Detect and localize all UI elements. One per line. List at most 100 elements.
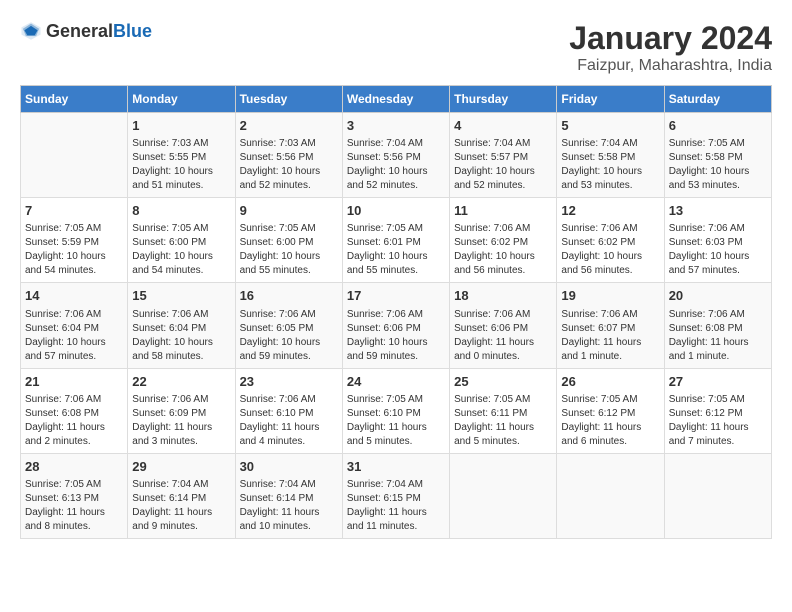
logo-general-text: General [46, 21, 113, 42]
calendar-cell: 13Sunrise: 7:06 AM Sunset: 6:03 PM Dayli… [664, 198, 771, 283]
day-info: Sunrise: 7:06 AM Sunset: 6:02 PM Dayligh… [454, 222, 552, 278]
day-info: Sunrise: 7:05 AM Sunset: 5:58 PM Dayligh… [669, 137, 767, 193]
day-number: 12 [561, 202, 659, 220]
day-info: Sunrise: 7:06 AM Sunset: 6:08 PM Dayligh… [25, 393, 123, 449]
calendar-week-row: 28 Sunrise: 7:05 AM Sunset: 6:13 PM Dayli… [21, 453, 772, 538]
day-number: 7 [25, 202, 123, 220]
calendar-cell: 23Sunrise: 7:06 AM Sunset: 6:10 PM Dayli… [235, 368, 342, 453]
day-number: 26 [561, 373, 659, 391]
day-info: Sunrise: 7:05 AM Sunset: 5:59 PM Dayligh… [25, 222, 123, 278]
day-info: Sunrise: 7:04 AM Sunset: 6:14 PM Dayligh… [240, 478, 338, 534]
day-info: Sunrise: 7:05 AM Sunset: 6:00 PM Dayligh… [132, 222, 230, 278]
day-number: 4 [454, 117, 552, 135]
day-info: Sunrise: 7:06 AM Sunset: 6:10 PM Dayligh… [240, 393, 338, 449]
calendar-cell: 5Sunrise: 7:04 AM Sunset: 5:58 PM Daylig… [557, 113, 664, 198]
calendar-cell: 26Sunrise: 7:05 AM Sunset: 6:12 PM Dayli… [557, 368, 664, 453]
calendar-week-row: 1 Sunrise: 7:03 AM Sunset: 5:55 PM Daylig… [21, 113, 772, 198]
column-header-wednesday: Wednesday [342, 86, 449, 113]
day-info: Sunrise: 7:04 AM Sunset: 5:57 PM Dayligh… [454, 137, 552, 193]
day-info: Sunrise: 7:06 AM Sunset: 6:05 PM Dayligh… [240, 308, 338, 364]
calendar-cell: 2 Sunrise: 7:03 AM Sunset: 5:56 PM Daylig… [235, 113, 342, 198]
title-area: January 2024 Faizpur, Maharashtra, India [569, 20, 772, 75]
calendar-cell: 15 Sunrise: 7:06 AM Sunset: 6:04 PM Dayli… [128, 283, 235, 368]
logo-blue-text: Blue [113, 21, 152, 42]
day-number: 31 [347, 458, 445, 476]
calendar-week-row: 7 Sunrise: 7:05 AM Sunset: 5:59 PM Daylig… [21, 198, 772, 283]
day-number: 6 [669, 117, 767, 135]
day-info: Sunrise: 7:05 AM Sunset: 6:01 PM Dayligh… [347, 222, 445, 278]
day-number: 21 [25, 373, 123, 391]
calendar-cell: 12 Sunrise: 7:06 AM Sunset: 6:02 PM Dayli… [557, 198, 664, 283]
day-number: 25 [454, 373, 552, 391]
calendar-cell: 19Sunrise: 7:06 AM Sunset: 6:07 PM Dayli… [557, 283, 664, 368]
calendar-cell [450, 453, 557, 538]
day-info: Sunrise: 7:03 AM Sunset: 5:55 PM Dayligh… [132, 137, 230, 193]
day-info: Sunrise: 7:05 AM Sunset: 6:00 PM Dayligh… [240, 222, 338, 278]
calendar-title: January 2024 [569, 20, 772, 57]
calendar-cell: 7 Sunrise: 7:05 AM Sunset: 5:59 PM Daylig… [21, 198, 128, 283]
calendar-cell: 11 Sunrise: 7:06 AM Sunset: 6:02 PM Dayli… [450, 198, 557, 283]
day-info: Sunrise: 7:06 AM Sunset: 6:07 PM Dayligh… [561, 308, 659, 364]
day-number: 11 [454, 202, 552, 220]
day-info: Sunrise: 7:03 AM Sunset: 5:56 PM Dayligh… [240, 137, 338, 193]
calendar-week-row: 21 Sunrise: 7:06 AM Sunset: 6:08 PM Dayli… [21, 368, 772, 453]
day-number: 16 [240, 287, 338, 305]
day-number: 10 [347, 202, 445, 220]
calendar-header-row: SundayMondayTuesdayWednesdayThursdayFrid… [21, 86, 772, 113]
calendar-cell [664, 453, 771, 538]
day-info: Sunrise: 7:06 AM Sunset: 6:04 PM Dayligh… [132, 308, 230, 364]
column-header-sunday: Sunday [21, 86, 128, 113]
day-number: 17 [347, 287, 445, 305]
day-info: Sunrise: 7:05 AM Sunset: 6:13 PM Dayligh… [25, 478, 123, 534]
header: General Blue January 2024 Faizpur, Mahar… [20, 20, 772, 75]
logo-icon [20, 20, 42, 42]
day-number: 8 [132, 202, 230, 220]
calendar-cell: 18 Sunrise: 7:06 AM Sunset: 6:06 PM Dayli… [450, 283, 557, 368]
column-header-monday: Monday [128, 86, 235, 113]
day-info: Sunrise: 7:04 AM Sunset: 5:56 PM Dayligh… [347, 137, 445, 193]
day-info: Sunrise: 7:05 AM Sunset: 6:10 PM Dayligh… [347, 393, 445, 449]
calendar-cell [557, 453, 664, 538]
day-number: 2 [240, 117, 338, 135]
day-number: 9 [240, 202, 338, 220]
calendar-cell: 16 Sunrise: 7:06 AM Sunset: 6:05 PM Dayli… [235, 283, 342, 368]
calendar-cell: 28 Sunrise: 7:05 AM Sunset: 6:13 PM Dayli… [21, 453, 128, 538]
day-number: 18 [454, 287, 552, 305]
day-info: Sunrise: 7:05 AM Sunset: 6:11 PM Dayligh… [454, 393, 552, 449]
day-number: 29 [132, 458, 230, 476]
calendar-body: 1 Sunrise: 7:03 AM Sunset: 5:55 PM Daylig… [21, 113, 772, 539]
calendar-cell: 30 Sunrise: 7:04 AM Sunset: 6:14 PM Dayli… [235, 453, 342, 538]
day-info: Sunrise: 7:05 AM Sunset: 6:12 PM Dayligh… [669, 393, 767, 449]
day-number: 15 [132, 287, 230, 305]
calendar-cell: 8 Sunrise: 7:05 AM Sunset: 6:00 PM Daylig… [128, 198, 235, 283]
day-info: Sunrise: 7:06 AM Sunset: 6:06 PM Dayligh… [347, 308, 445, 364]
day-number: 14 [25, 287, 123, 305]
calendar-cell: 17 Sunrise: 7:06 AM Sunset: 6:06 PM Dayli… [342, 283, 449, 368]
calendar-cell: 22Sunrise: 7:06 AM Sunset: 6:09 PM Dayli… [128, 368, 235, 453]
day-number: 13 [669, 202, 767, 220]
calendar-cell: 14Sunrise: 7:06 AM Sunset: 6:04 PM Dayli… [21, 283, 128, 368]
calendar-cell: 29 Sunrise: 7:04 AM Sunset: 6:14 PM Dayli… [128, 453, 235, 538]
day-number: 20 [669, 287, 767, 305]
calendar-cell: 21 Sunrise: 7:06 AM Sunset: 6:08 PM Dayli… [21, 368, 128, 453]
day-info: Sunrise: 7:06 AM Sunset: 6:02 PM Dayligh… [561, 222, 659, 278]
day-info: Sunrise: 7:04 AM Sunset: 6:14 PM Dayligh… [132, 478, 230, 534]
calendar-cell: 6 Sunrise: 7:05 AM Sunset: 5:58 PM Daylig… [664, 113, 771, 198]
column-header-saturday: Saturday [664, 86, 771, 113]
day-number: 5 [561, 117, 659, 135]
calendar-table: SundayMondayTuesdayWednesdayThursdayFrid… [20, 85, 772, 539]
column-header-tuesday: Tuesday [235, 86, 342, 113]
calendar-cell: 31 Sunrise: 7:04 AM Sunset: 6:15 PM Dayli… [342, 453, 449, 538]
day-number: 30 [240, 458, 338, 476]
day-number: 28 [25, 458, 123, 476]
day-info: Sunrise: 7:06 AM Sunset: 6:06 PM Dayligh… [454, 308, 552, 364]
calendar-cell: 9 Sunrise: 7:05 AM Sunset: 6:00 PM Daylig… [235, 198, 342, 283]
column-header-friday: Friday [557, 86, 664, 113]
calendar-cell: 27 Sunrise: 7:05 AM Sunset: 6:12 PM Dayli… [664, 368, 771, 453]
calendar-subtitle: Faizpur, Maharashtra, India [569, 57, 772, 75]
day-info: Sunrise: 7:04 AM Sunset: 6:15 PM Dayligh… [347, 478, 445, 534]
calendar-cell: 3Sunrise: 7:04 AM Sunset: 5:56 PM Daylig… [342, 113, 449, 198]
day-number: 1 [132, 117, 230, 135]
calendar-cell: 4 Sunrise: 7:04 AM Sunset: 5:57 PM Daylig… [450, 113, 557, 198]
day-number: 27 [669, 373, 767, 391]
